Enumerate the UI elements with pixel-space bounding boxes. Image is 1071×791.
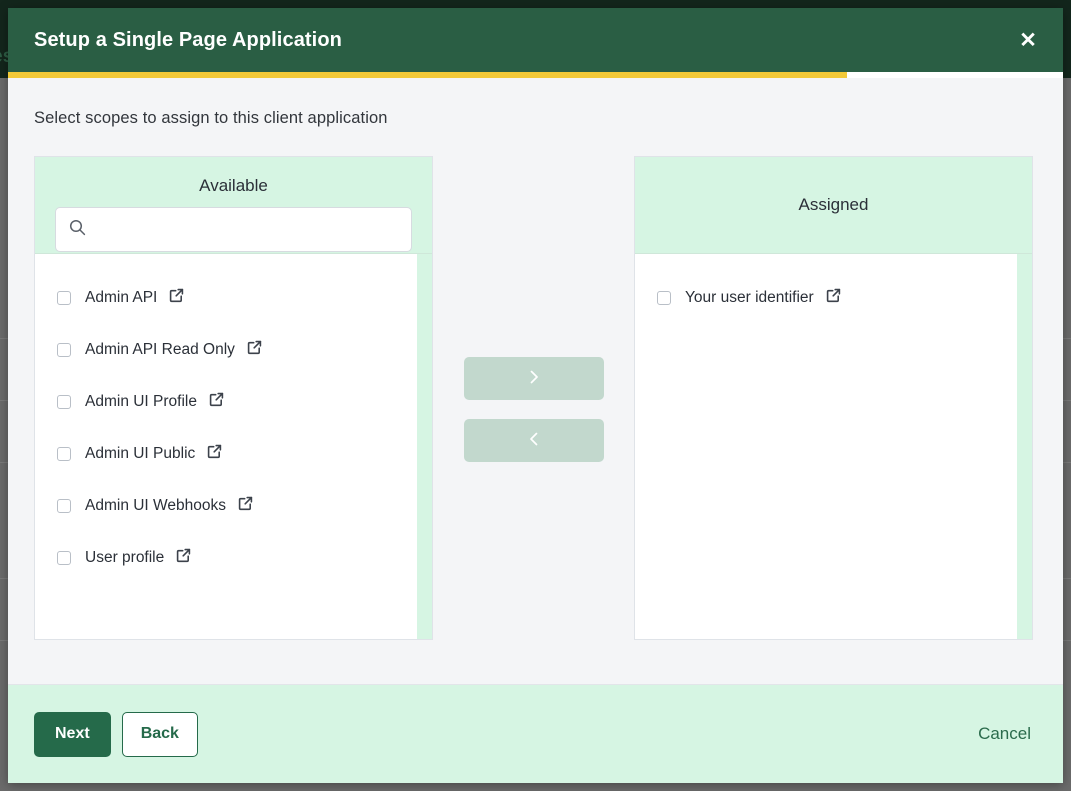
instruction-text: Select scopes to assign to this client a… [34, 109, 388, 127]
external-link-icon[interactable] [237, 495, 254, 517]
external-link-icon[interactable] [168, 287, 185, 309]
external-link-icon[interactable] [246, 339, 263, 361]
assigned-panel-title: Assigned [798, 195, 869, 214]
list-item-checkbox[interactable] [57, 291, 71, 305]
move-right-button[interactable] [463, 357, 604, 400]
list-item[interactable]: Your user identifier [635, 272, 1032, 324]
assigned-list-scrollbar[interactable] [1017, 254, 1032, 639]
external-link-icon[interactable] [208, 391, 225, 413]
available-panel-header: Available [35, 157, 432, 254]
list-item[interactable]: Admin UI Public [35, 428, 432, 480]
list-item[interactable]: Admin API Read Only [35, 324, 432, 376]
assigned-panel-header: Assigned [635, 157, 1032, 254]
list-item-label: Admin UI Profile [85, 393, 197, 410]
dialog-title: Setup a Single Page Application [34, 28, 342, 51]
assigned-list[interactable]: Your user identifier [635, 254, 1032, 639]
search-icon [69, 219, 86, 241]
list-item[interactable]: User profile [35, 532, 432, 584]
list-item-checkbox[interactable] [57, 447, 71, 461]
assigned-panel: Assigned Your user identifier [634, 156, 1033, 640]
list-item-checkbox[interactable] [57, 499, 71, 513]
setup-spa-dialog: Setup a Single Page Application ✕ Select… [8, 8, 1063, 783]
external-link-icon[interactable] [206, 443, 223, 465]
available-panel-title: Available [199, 176, 268, 195]
chevron-right-icon [525, 368, 543, 389]
dialog-footer: Next Back Cancel [8, 684, 1063, 783]
available-list-scrollbar[interactable] [417, 254, 432, 639]
transfer-controls [433, 156, 634, 481]
list-item-label: Admin UI Public [85, 445, 196, 462]
move-left-button[interactable] [463, 419, 604, 462]
available-search-box[interactable] [55, 207, 412, 252]
search-input[interactable] [94, 208, 398, 251]
list-item-label: Admin API Read Only [85, 341, 235, 358]
external-link-icon[interactable] [175, 547, 192, 569]
dialog-body: Select scopes to assign to this client a… [8, 78, 1063, 684]
external-link-icon[interactable] [825, 287, 842, 309]
available-list[interactable]: Admin API Admin API Read Only Admin UI P… [35, 254, 432, 639]
back-button[interactable]: Back [121, 711, 198, 757]
available-panel: Available Admin API Admin API Read Only … [34, 156, 433, 640]
dialog-header: Setup a Single Page Application ✕ [8, 8, 1063, 72]
next-button[interactable]: Next [34, 711, 111, 757]
list-item-label: Your user identifier [685, 289, 814, 306]
list-item[interactable]: Admin UI Webhooks [35, 480, 432, 532]
list-item-checkbox[interactable] [657, 291, 671, 305]
list-item[interactable]: Admin API [35, 272, 432, 324]
close-icon[interactable]: ✕ [1013, 25, 1043, 55]
cancel-button[interactable]: Cancel [972, 723, 1037, 745]
list-item-checkbox[interactable] [57, 551, 71, 565]
list-item-checkbox[interactable] [57, 395, 71, 409]
list-item[interactable]: Admin UI Profile [35, 376, 432, 428]
list-item-checkbox[interactable] [57, 343, 71, 357]
list-item-label: User profile [85, 549, 165, 566]
chevron-left-icon [525, 430, 543, 451]
list-item-label: Admin UI Webhooks [85, 497, 226, 514]
list-item-label: Admin API [85, 289, 158, 306]
dual-list-transfer: Available Admin API Admin API Read Only … [34, 156, 1037, 640]
